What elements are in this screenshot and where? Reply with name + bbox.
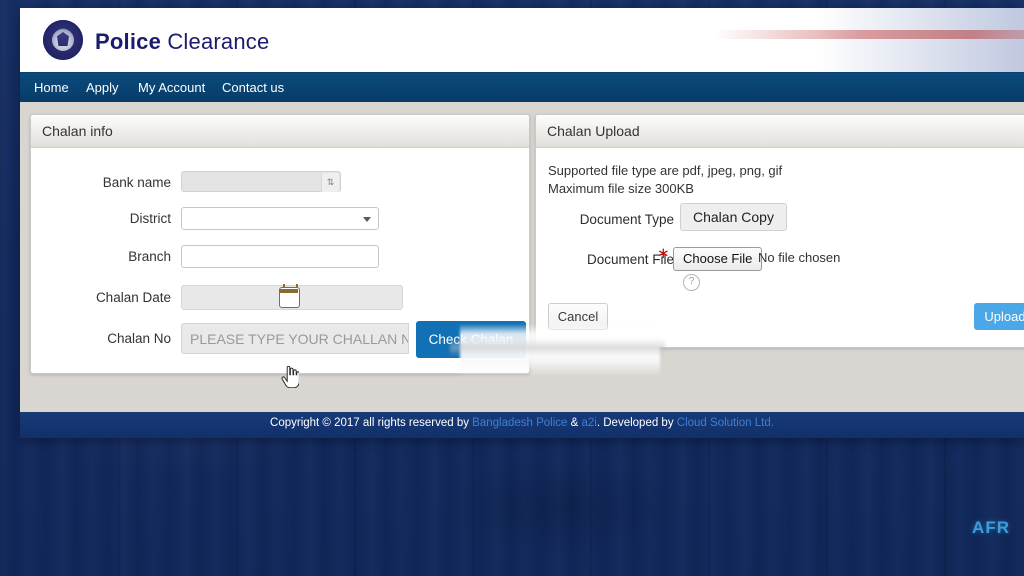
nav-item-my-account[interactable]: My Account bbox=[138, 80, 205, 95]
site-footer: Copyright © 2017 all rights reserved by … bbox=[20, 412, 1024, 438]
supported-file-types-note: Supported file type are pdf, jpeg, png, … bbox=[548, 163, 783, 178]
branch-label: Branch bbox=[128, 249, 171, 264]
nav-item-home[interactable]: Home bbox=[34, 80, 69, 95]
chalan-info-panel: Chalan info Bank name ⇅ District Branch … bbox=[30, 114, 530, 374]
chalan-upload-title: Chalan Upload bbox=[547, 123, 640, 139]
help-icon[interactable]: ? bbox=[683, 274, 700, 291]
copyright-prefix: Copyright © 2017 all rights reserved by bbox=[270, 417, 473, 429]
chalan-date-label: Chalan Date bbox=[95, 290, 171, 305]
bank-name-select[interactable]: ⇅ bbox=[181, 171, 341, 192]
branch-input[interactable] bbox=[181, 245, 379, 268]
chalan-no-label: Chalan No bbox=[107, 331, 171, 346]
no-file-chosen-text: No file chosen bbox=[758, 250, 841, 265]
document-type-label: Document Type bbox=[579, 212, 674, 227]
cloud-solution-link[interactable]: Cloud Solution Ltd. bbox=[677, 417, 774, 429]
afr-watermark: AFR bbox=[972, 518, 1010, 537]
choose-file-button[interactable]: Choose File bbox=[673, 247, 763, 271]
main-navigation: Home Apply My Account Contact us bbox=[20, 72, 1024, 103]
site-header: Police Clearance bbox=[20, 8, 1024, 72]
max-file-size-note: Maximum file size 300KB bbox=[548, 181, 694, 196]
chalan-upload-panel-header: Chalan Upload bbox=[536, 115, 1024, 148]
chalan-info-panel-header: Chalan info bbox=[31, 115, 529, 148]
chalan-no-input[interactable]: PLEASE TYPE YOUR CHALLAN NO bbox=[181, 323, 409, 354]
copyright-text: Copyright © 2017 all rights reserved by … bbox=[20, 417, 1024, 429]
chevron-down-icon bbox=[363, 217, 371, 222]
bank-name-label: Bank name bbox=[102, 175, 171, 190]
chalan-upload-panel: Chalan Upload Supported file type are pd… bbox=[535, 114, 1024, 348]
nav-item-contact-us[interactable]: Contact us bbox=[222, 80, 284, 95]
cancel-button[interactable]: Cancel bbox=[548, 303, 608, 330]
police-seal-icon bbox=[43, 20, 83, 60]
brand-name-light: Clearance bbox=[167, 29, 270, 54]
copyright-amp: & bbox=[567, 417, 582, 429]
updown-stepper-icon: ⇅ bbox=[321, 173, 339, 192]
a2i-link[interactable]: a2i bbox=[582, 417, 597, 429]
copyright-middle: . Developed by bbox=[596, 417, 677, 429]
nav-item-apply[interactable]: Apply bbox=[86, 80, 119, 95]
calendar-icon[interactable] bbox=[279, 284, 300, 308]
chalan-no-placeholder: PLEASE TYPE YOUR CHALLAN NO bbox=[190, 331, 409, 347]
district-select[interactable] bbox=[181, 207, 379, 230]
upload-button[interactable]: Upload bbox=[974, 303, 1024, 330]
brand-name-strong: Police bbox=[95, 29, 162, 54]
bangladesh-police-link[interactable]: Bangladesh Police bbox=[472, 417, 567, 429]
page-content: Chalan info Bank name ⇅ District Branch … bbox=[20, 102, 1024, 412]
chalan-info-title: Chalan info bbox=[42, 123, 113, 139]
page-title: Police Clearance bbox=[95, 29, 269, 55]
check-chalan-button[interactable]: Check Chalan bbox=[416, 321, 526, 358]
header-decoration bbox=[594, 8, 1024, 72]
required-asterisk: ∗ bbox=[657, 245, 670, 262]
document-type-value: Chalan Copy bbox=[680, 203, 787, 231]
district-label: District bbox=[129, 211, 171, 226]
